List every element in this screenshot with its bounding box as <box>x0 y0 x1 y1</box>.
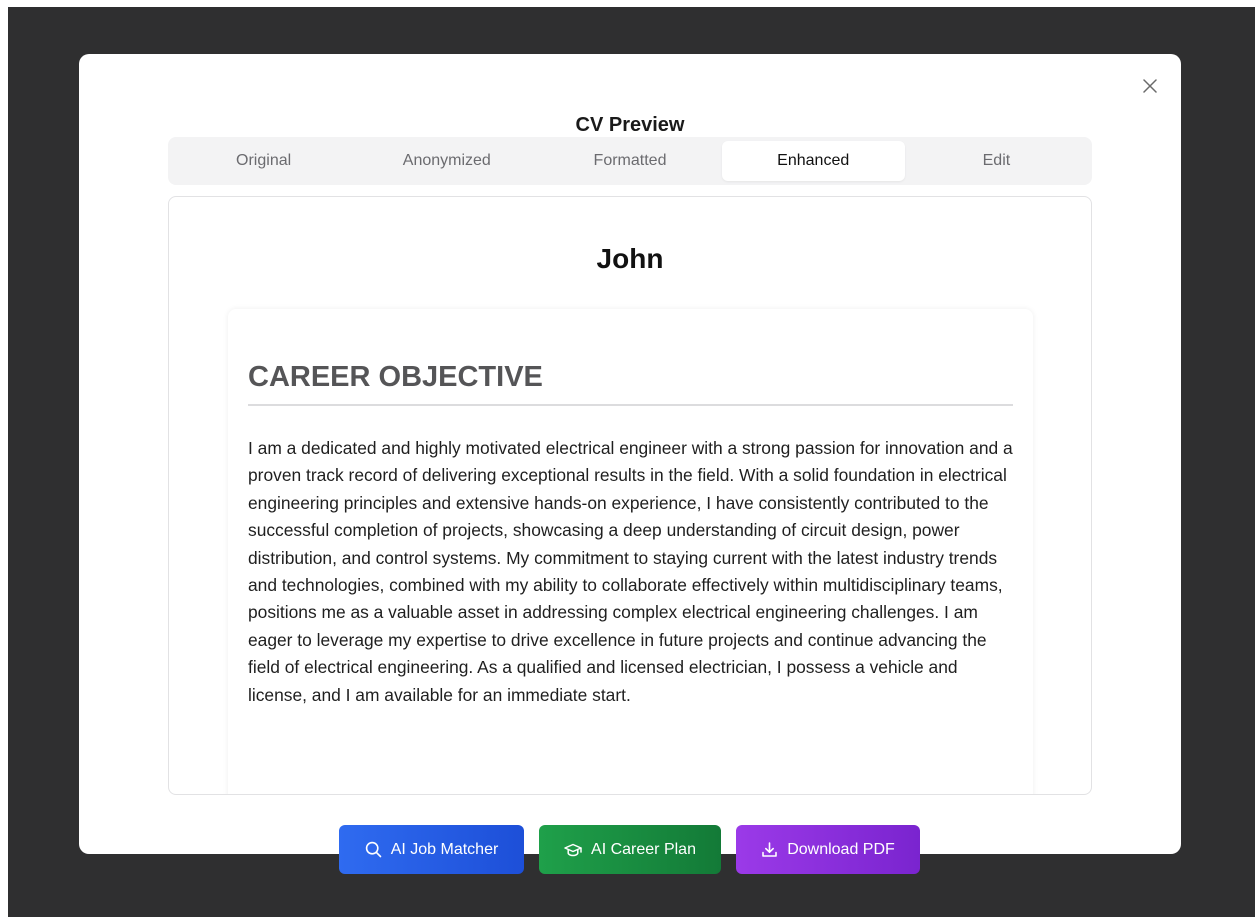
section-text: I am a dedicated and highly motivated el… <box>248 438 1013 705</box>
graduation-cap-icon <box>564 843 582 856</box>
tab-anonymized[interactable]: Anonymized <box>355 141 538 181</box>
ai-career-plan-button[interactable]: AI Career Plan <box>539 825 721 874</box>
modal-title: CV Preview <box>575 114 685 136</box>
close-icon <box>1143 79 1157 93</box>
cv-content-panel[interactable]: John CAREER OBJECTIVE I am a dedicated a… <box>168 196 1092 795</box>
ai-job-matcher-label: AI Job Matcher <box>390 840 499 858</box>
cv-name: John <box>596 243 664 274</box>
download-pdf-label: Download PDF <box>787 840 895 858</box>
action-buttons: AI Job Matcher AI Career Plan Download P… <box>339 825 920 875</box>
ai-career-plan-label: AI Career Plan <box>591 840 696 858</box>
tab-formatted[interactable]: Formatted <box>538 141 721 181</box>
download-icon <box>762 842 777 857</box>
ai-job-matcher-button[interactable]: AI Job Matcher <box>339 825 524 874</box>
tab-edit[interactable]: Edit <box>905 141 1088 181</box>
section-heading: CAREER OBJECTIVE <box>248 361 1013 406</box>
close-button[interactable] <box>1136 72 1164 100</box>
search-icon <box>365 841 381 858</box>
download-pdf-button[interactable]: Download PDF <box>736 825 920 874</box>
tab-enhanced[interactable]: Enhanced <box>721 141 905 181</box>
tab-original[interactable]: Original <box>172 141 355 181</box>
view-tabs: Original Anonymized Formatted Enhanced E… <box>168 137 1092 185</box>
section-card: CAREER OBJECTIVE I am a dedicated and hi… <box>228 309 1033 794</box>
